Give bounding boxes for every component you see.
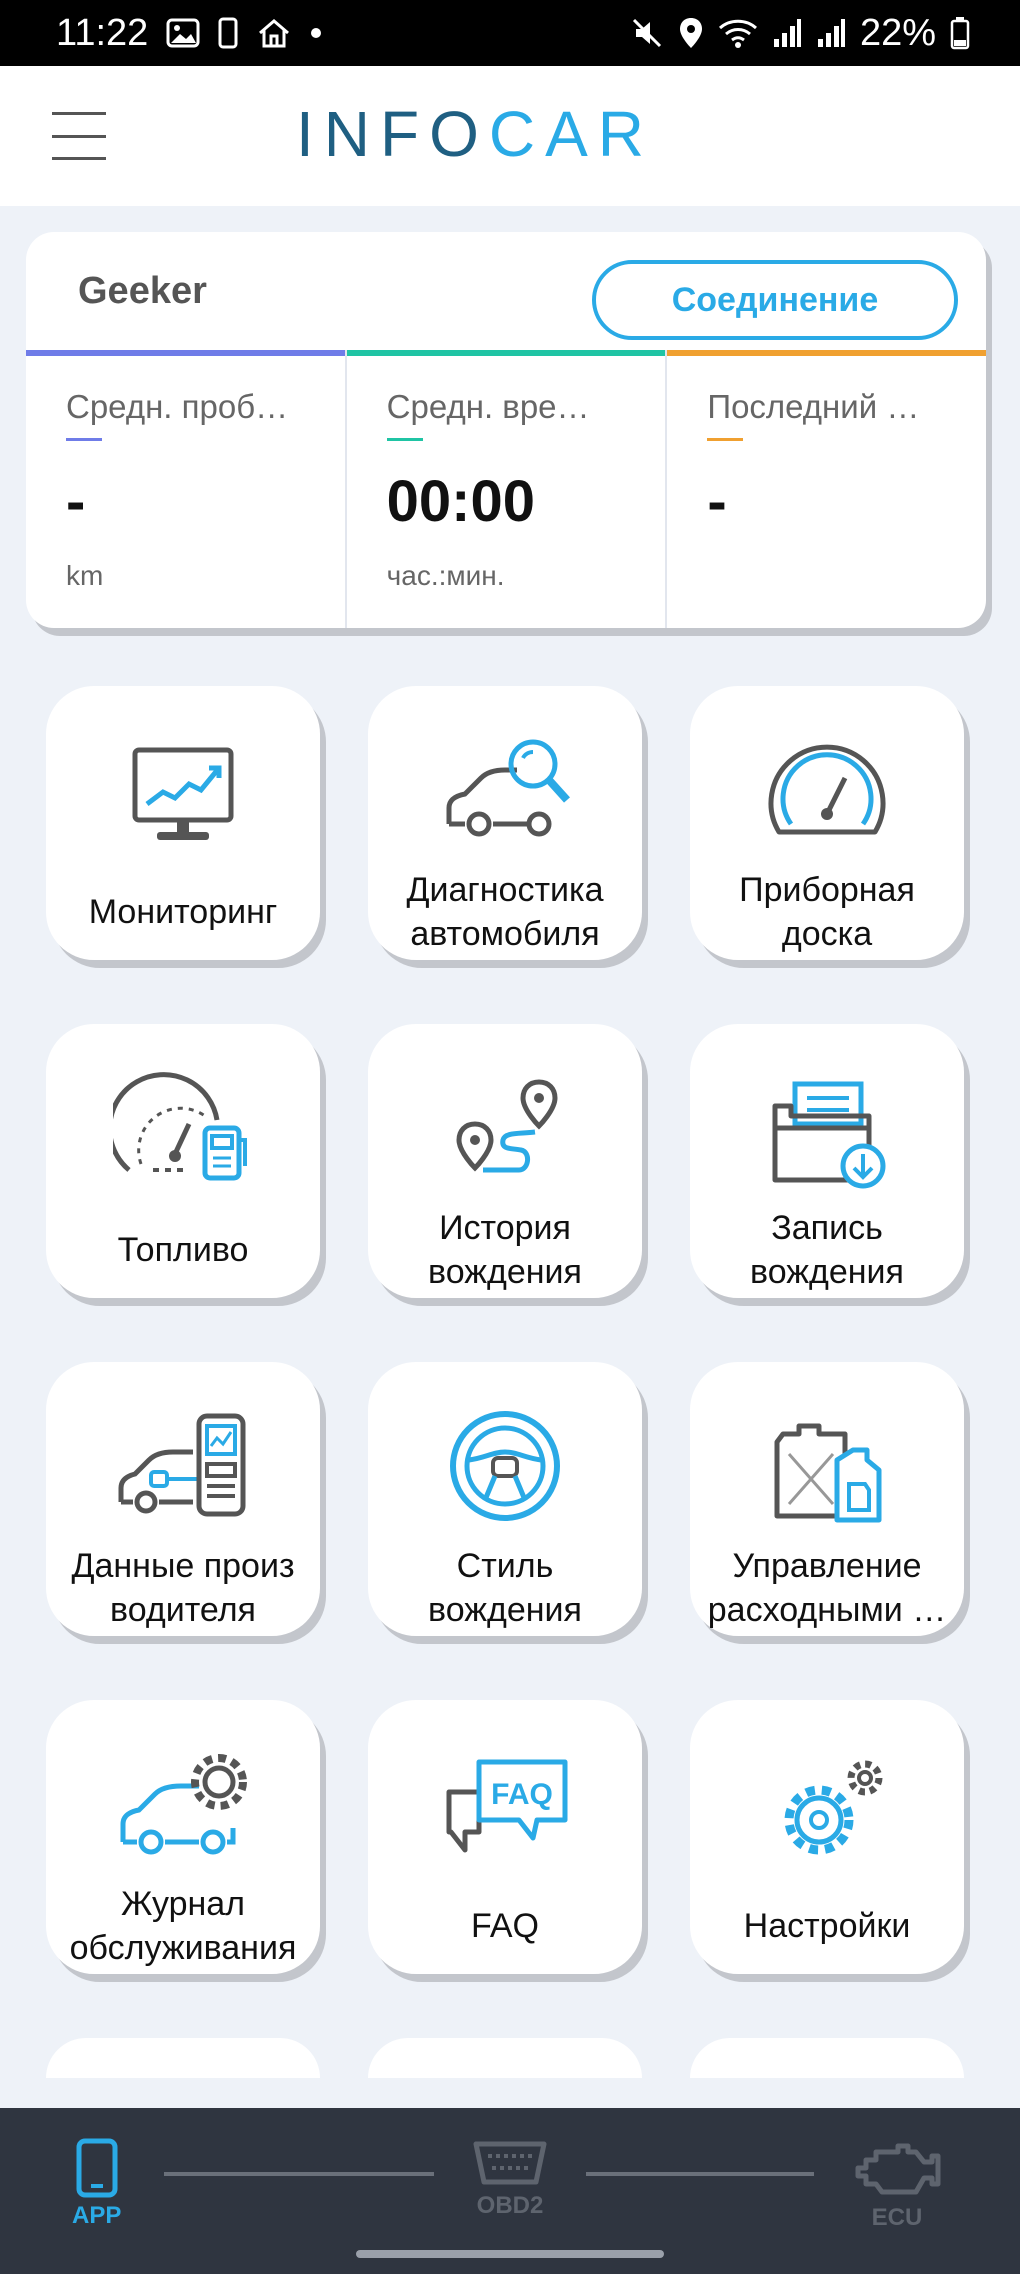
- car-gear-icon: [113, 1742, 253, 1882]
- tile-maintenance-log[interactable]: Журнал обслуживания: [46, 1700, 320, 1974]
- stat-last: Последний … -: [667, 350, 986, 628]
- battery-percent: 22%: [859, 11, 936, 54]
- battery-icon: [950, 16, 970, 50]
- device-name: Geeker: [78, 270, 207, 312]
- tile-monitoring[interactable]: Мониторинг: [46, 686, 320, 960]
- tile-driving-record[interactable]: Запись вождения: [690, 1024, 964, 1298]
- tile-driving-style[interactable]: Стиль вождения: [368, 1362, 642, 1636]
- route-history-icon: [435, 1066, 575, 1206]
- fuel-gauge-icon: [113, 1066, 253, 1206]
- gallery-icon: [166, 18, 200, 48]
- tile-label: FAQ: [470, 1907, 540, 1945]
- connect-button[interactable]: Соединение: [592, 260, 958, 340]
- stat-avg-mileage: Средн. проб… - km: [26, 350, 347, 628]
- nav-connector: [164, 2172, 434, 2176]
- nav-ecu[interactable]: ECU: [852, 2138, 942, 2232]
- app-bar: INFOCAR: [0, 66, 1020, 206]
- canister-icon: [757, 1404, 897, 1544]
- monitor-chart-icon: [113, 728, 253, 868]
- car-scanner-icon: [113, 1404, 253, 1544]
- stat-unit: час.:мин.: [386, 560, 505, 591]
- tile-faq[interactable]: FAQ FAQ: [368, 1700, 642, 1974]
- status-bar: 11:22 22%: [0, 0, 1020, 66]
- stat-value: -: [66, 469, 86, 534]
- location-icon: [678, 16, 704, 50]
- tile-driving-history[interactable]: История вождения: [368, 1024, 642, 1298]
- phone-icon: [218, 17, 238, 49]
- tile-label: Настройки: [743, 1907, 911, 1945]
- tile-manufacturer-data[interactable]: Данные произ водителя: [46, 1362, 320, 1636]
- folder-record-icon: [757, 1066, 897, 1206]
- signal-icon: [772, 17, 802, 49]
- tile-partial[interactable]: [46, 2038, 320, 2078]
- svg-text:FAQ: FAQ: [491, 1778, 553, 1811]
- car-diagnostics-icon: [435, 728, 575, 868]
- wifi-icon: [718, 17, 758, 49]
- tile-partial[interactable]: [368, 2038, 642, 2078]
- home-indicator[interactable]: [356, 2250, 664, 2258]
- nav-connector: [586, 2172, 814, 2176]
- tile-label: История вождения: [428, 1209, 582, 1291]
- stat-value: -: [707, 469, 727, 534]
- tile-label: Стиль вождения: [428, 1547, 582, 1629]
- tile-fuel[interactable]: Топливо: [46, 1024, 320, 1298]
- tile-label: Мониторинг: [88, 893, 278, 931]
- stat-unit: km: [66, 560, 104, 591]
- tile-dashboard[interactable]: Приборная доска: [690, 686, 964, 960]
- stat-label: Средн. вре…: [386, 388, 590, 425]
- tile-label: Топливо: [117, 1231, 249, 1269]
- engine-icon: [855, 2143, 941, 2195]
- nav-label: OBD2: [476, 2192, 544, 2219]
- tile-consumables[interactable]: Управление расходными …: [690, 1362, 964, 1636]
- stat-value: 00:00: [386, 469, 536, 534]
- tile-car-diagnostics[interactable]: Диагностика автомобиля: [368, 686, 642, 960]
- tile-label: Журнал обслуживания: [69, 1885, 297, 1967]
- steering-wheel-icon: [435, 1404, 575, 1544]
- mute-icon: [630, 16, 664, 50]
- app-logo: INFOCAR: [296, 98, 654, 170]
- tile-label: Управление расходными …: [707, 1547, 947, 1629]
- settings-gears-icon: [757, 1742, 897, 1882]
- stat-label: Средн. проб…: [66, 388, 289, 425]
- tile-settings[interactable]: Настройки: [690, 1700, 964, 1974]
- obd-connector-icon: [473, 2141, 547, 2185]
- tile-label: Запись вождения: [750, 1209, 904, 1291]
- tile-label: Приборная доска: [739, 871, 915, 953]
- menu-icon[interactable]: [52, 112, 106, 160]
- stat-label: Последний …: [707, 388, 920, 425]
- signal-icon-2: [816, 17, 846, 49]
- nav-obd2[interactable]: OBD2: [472, 2138, 548, 2220]
- phone-app-icon: [76, 2138, 118, 2198]
- faq-bubble-icon: FAQ: [435, 1742, 575, 1882]
- home-icon: [256, 17, 292, 49]
- tile-partial[interactable]: [690, 2038, 964, 2078]
- vehicle-stats-card: Geeker Соединение Средн. проб… - km Сред…: [26, 232, 986, 628]
- nav-app[interactable]: APP: [72, 2138, 121, 2230]
- nav-label: APP: [72, 2202, 122, 2229]
- nav-label: ECU: [871, 2204, 923, 2231]
- notification-dot-icon: [310, 27, 322, 39]
- dashboard-gauge-icon: [757, 728, 897, 868]
- tile-label: Диагностика автомобиля: [406, 871, 604, 953]
- tile-label: Данные произ водителя: [71, 1547, 295, 1629]
- stat-avg-time: Средн. вре… 00:00 час.:мин.: [346, 350, 668, 628]
- status-time: 11:22: [56, 11, 149, 54]
